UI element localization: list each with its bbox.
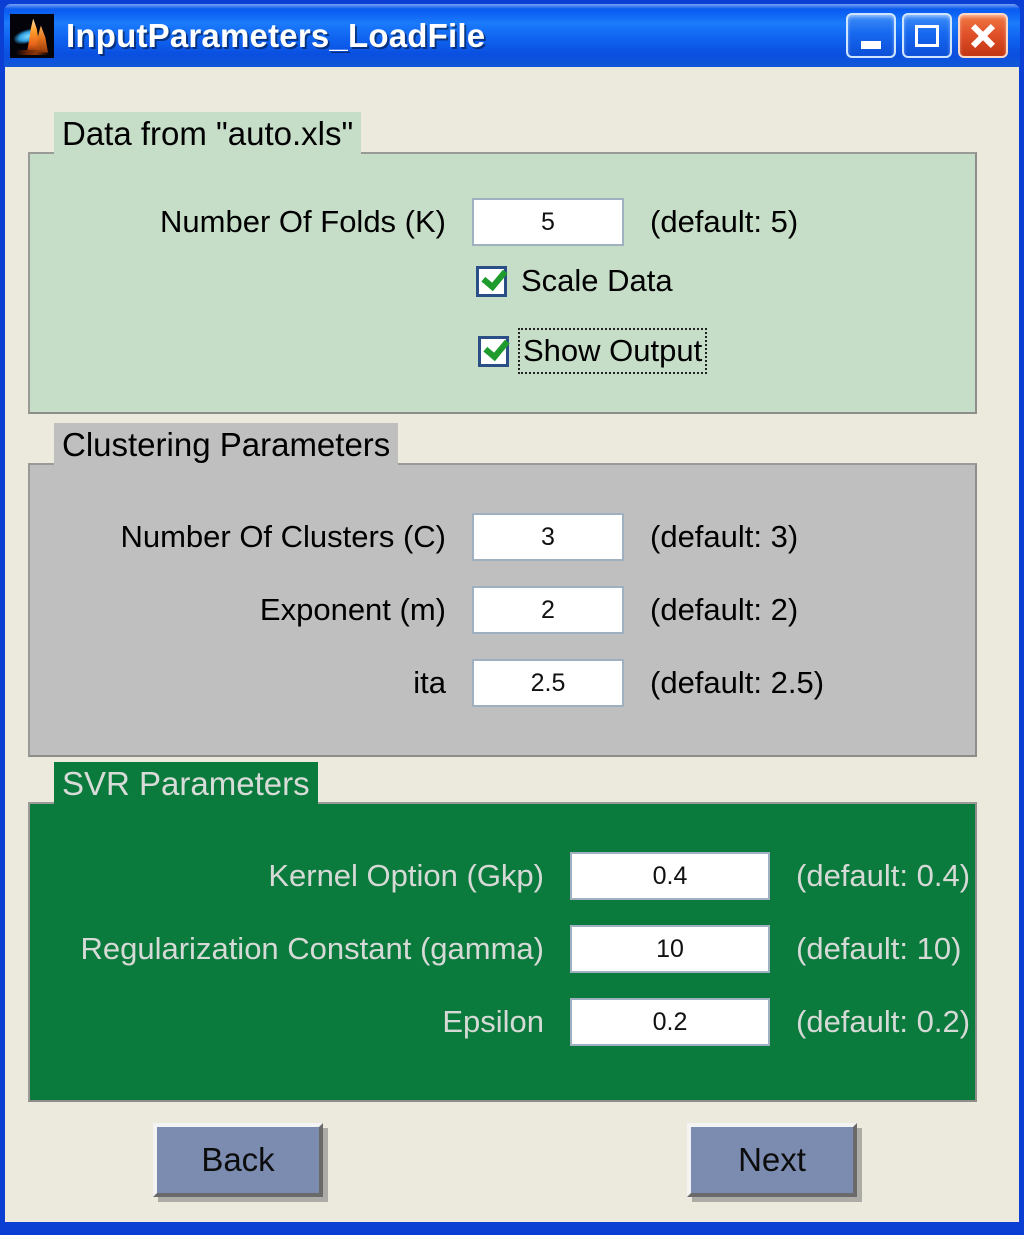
check-icon [481, 263, 508, 291]
default-kernel-option: (default: 0.4) [796, 858, 971, 893]
label-show-output: Show Output [517, 328, 708, 374]
minimize-icon [861, 41, 881, 50]
default-exponent: (default: 2) [650, 592, 799, 627]
minimize-button[interactable] [846, 13, 896, 58]
panel-svr-title: SVR Parameters [54, 762, 318, 806]
row-regularization-constant: Regularization Constant (gamma) 10 (defa… [28, 923, 961, 975]
default-number-of-clusters: (default: 3) [650, 519, 799, 554]
label-regularization-constant: Regularization Constant (gamma) [80, 931, 545, 966]
checkbox-scale-data[interactable] [476, 263, 508, 297]
title-bar: InputParameters_LoadFile [4, 4, 1020, 67]
close-icon [970, 23, 996, 48]
row-epsilon: Epsilon 0.2 (default: 0.2) [28, 996, 970, 1048]
maximize-icon [915, 24, 939, 47]
panel-data-title: Data from "auto.xls" [54, 112, 362, 156]
row-exponent: Exponent (m) 2 (default: 2) [28, 584, 798, 636]
input-epsilon[interactable]: 0.2 [570, 998, 770, 1046]
maximize-button[interactable] [902, 13, 952, 58]
panel-data-source: Data from "auto.xls" Number Of Folds (K)… [28, 112, 977, 414]
row-kernel-option: Kernel Option (Gkp) 0.4 (default: 0.4) [28, 850, 970, 902]
label-kernel-option: Kernel Option (Gkp) [268, 858, 544, 893]
close-button[interactable] [958, 13, 1008, 58]
default-ita: (default: 2.5) [650, 665, 825, 700]
next-button[interactable]: Next [687, 1123, 857, 1197]
row-number-of-folds: Number Of Folds (K) 5 (default: 5) [28, 196, 798, 248]
default-epsilon: (default: 0.2) [796, 1004, 971, 1039]
checkbox-row-show-output[interactable]: Show Output [478, 328, 708, 374]
label-ita: ita [413, 665, 446, 700]
label-number-of-folds: Number Of Folds (K) [160, 204, 446, 239]
panel-clustering-title: Clustering Parameters [54, 423, 399, 467]
input-ita[interactable]: 2.5 [472, 659, 624, 707]
check-icon [483, 333, 510, 361]
row-number-of-clusters: Number Of Clusters (C) 3 (default: 3) [28, 511, 798, 563]
window-controls [846, 13, 1008, 58]
window-title: InputParameters_LoadFile [66, 16, 486, 54]
checkbox-row-scale-data[interactable]: Scale Data [476, 259, 673, 303]
label-epsilon: Epsilon [442, 1004, 544, 1039]
application-window: InputParameters_LoadFile Data from "auto… [0, 0, 1024, 1235]
input-regularization-constant[interactable]: 10 [570, 925, 770, 973]
label-number-of-clusters: Number Of Clusters (C) [120, 519, 446, 554]
label-exponent: Exponent (m) [259, 592, 446, 627]
input-exponent[interactable]: 2 [472, 586, 624, 634]
checkbox-show-output[interactable] [478, 333, 510, 367]
default-number-of-folds: (default: 5) [650, 204, 799, 239]
input-number-of-folds[interactable]: 5 [472, 198, 624, 246]
row-ita: ita 2.5 (default: 2.5) [28, 657, 824, 709]
back-button[interactable]: Back [153, 1123, 323, 1197]
matlab-membrane-icon [10, 13, 54, 58]
dialog-client-area: Data from "auto.xls" Number Of Folds (K)… [5, 67, 1019, 1222]
input-kernel-option[interactable]: 0.4 [570, 852, 770, 900]
panel-svr-parameters: SVR Parameters Kernel Option (Gkp) 0.4 (… [28, 762, 977, 1102]
panel-clustering-parameters: Clustering Parameters Number Of Clusters… [28, 423, 977, 757]
default-regularization-constant: (default: 10) [796, 931, 962, 966]
input-number-of-clusters[interactable]: 3 [472, 513, 624, 561]
label-scale-data: Scale Data [521, 263, 673, 298]
